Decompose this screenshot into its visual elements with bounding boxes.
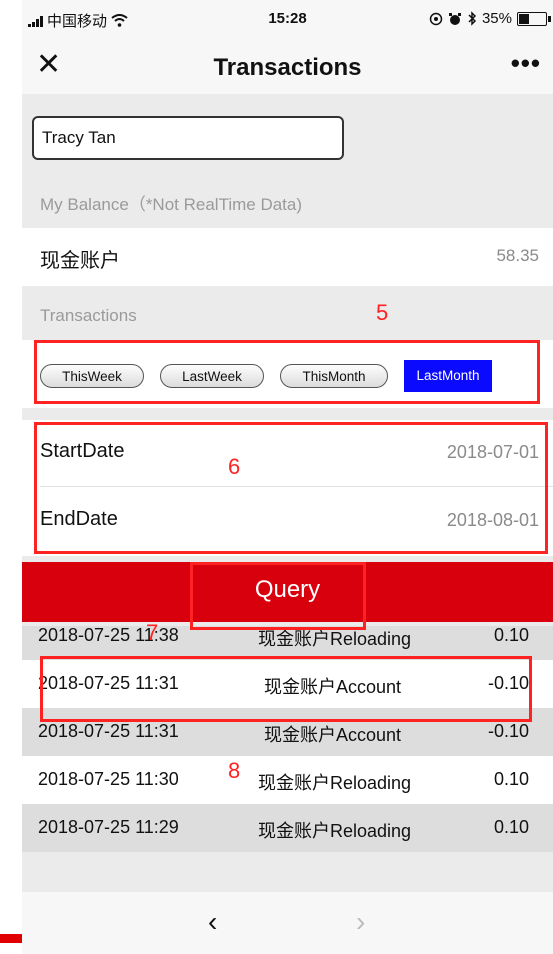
tx-desc: 现金账户Reloading bbox=[258, 821, 412, 841]
battery-icon bbox=[517, 11, 551, 26]
table-row[interactable]: 2018-07-25 11:38 现金账户Reloading 0.10 bbox=[22, 626, 553, 660]
name-field[interactable] bbox=[32, 116, 344, 160]
battery-fill bbox=[519, 13, 529, 24]
annotation-box-dates bbox=[34, 422, 548, 554]
page-title: Transactions bbox=[213, 54, 362, 81]
tx-amount: 0.10 bbox=[493, 626, 529, 645]
tx-time: 2018-07-25 11:29 bbox=[38, 817, 179, 837]
account-name: 现金账户 bbox=[40, 250, 120, 272]
tx-time: 2018-07-25 11:31 bbox=[38, 721, 179, 741]
annotation-box-filters bbox=[34, 340, 540, 404]
phone-screen: 中国移动 15:28 35% ✕ Transactions ••• Tracy … bbox=[22, 0, 553, 954]
table-row[interactable]: 2018-07-25 11:29 现金账户Reloading 0.10 bbox=[22, 804, 553, 852]
nav-bar: ✕ Transactions ••• bbox=[22, 40, 553, 94]
annotation-number-8: 8 bbox=[228, 758, 241, 783]
forward-arrow-icon[interactable]: › bbox=[356, 906, 365, 938]
annotation-box-rows bbox=[40, 656, 532, 722]
alarm-icon bbox=[448, 12, 461, 25]
tx-desc: 现金账户Reloading bbox=[258, 773, 412, 793]
tx-amount: -0.10 bbox=[487, 721, 529, 741]
table-row[interactable]: 2018-07-25 11:30 现金账户Reloading 0.10 bbox=[22, 756, 553, 804]
annotation-number-7: 7 bbox=[146, 620, 159, 645]
tx-time: 2018-07-25 11:30 bbox=[38, 769, 179, 789]
annotation-number-6: 6 bbox=[228, 454, 241, 479]
battery-percent: 35% bbox=[481, 10, 512, 27]
more-icon[interactable]: ••• bbox=[511, 48, 541, 79]
annotation-box-query bbox=[190, 562, 366, 630]
annotation-number-5: 5 bbox=[376, 300, 389, 325]
account-balance: 58.35 bbox=[496, 246, 539, 265]
account-row[interactable]: 现金账户 58.35 bbox=[22, 228, 553, 286]
red-marker bbox=[0, 934, 22, 943]
browser-toolbar: ‹ › bbox=[22, 892, 553, 954]
balance-section-label: My Balance（*Not RealTime Data) bbox=[40, 195, 303, 214]
back-arrow-icon[interactable]: ‹ bbox=[208, 906, 217, 938]
tx-amount: 0.10 bbox=[493, 817, 529, 837]
status-bar: 中国移动 15:28 35% bbox=[22, 0, 553, 40]
bluetooth-icon bbox=[468, 11, 477, 26]
tx-amount: 0.10 bbox=[493, 769, 529, 789]
status-right: 35% bbox=[429, 10, 551, 27]
location-icon bbox=[429, 12, 443, 25]
left-gutter bbox=[0, 0, 22, 954]
tx-desc: 现金账户Account bbox=[264, 725, 402, 745]
transactions-section-label: Transactions bbox=[40, 306, 137, 325]
